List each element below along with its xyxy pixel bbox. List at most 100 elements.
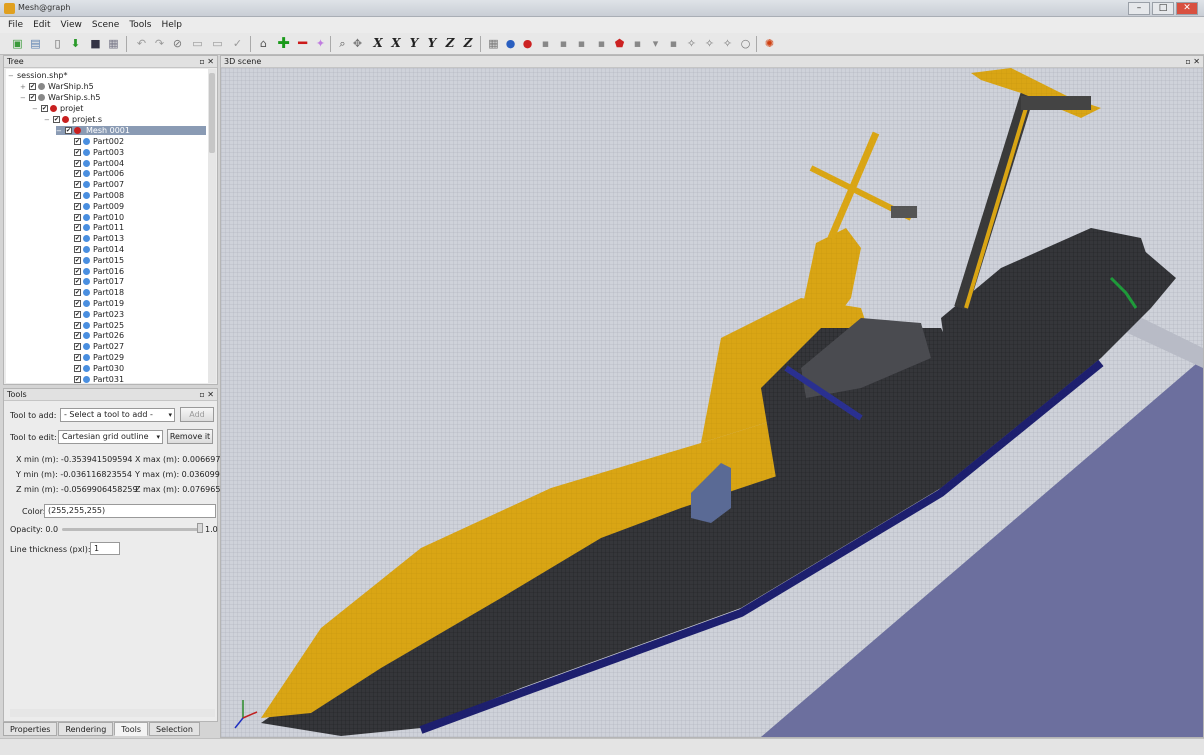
mesh2-icon[interactable]: ▪ [556, 36, 571, 51]
shield-icon[interactable]: ⬟ [612, 36, 627, 51]
new-window-icon[interactable]: ▤ [28, 36, 43, 51]
tree-node-mesh[interactable]: − ✔ Mesh 0001 [56, 126, 206, 135]
tree-node-part[interactable]: ✔ Part023 [74, 310, 124, 319]
tree-node-part[interactable]: ✔ Part019 [74, 299, 124, 308]
new-session-icon[interactable]: ▣ [10, 36, 25, 51]
visibility-checkbox[interactable]: ✔ [74, 148, 81, 156]
visibility-checkbox[interactable]: ✔ [74, 278, 81, 286]
view-minus-z-icon[interactable]: Z [460, 36, 476, 51]
panel-float-close-icon[interactable]: ▫ ✕ [199, 56, 214, 68]
panel-icon[interactable]: ▭ [210, 36, 225, 51]
grid-icon[interactable]: ▦ [486, 36, 501, 51]
tree-node-part[interactable]: ✔ Part006 [74, 169, 124, 178]
undo-icon[interactable]: ↶ [134, 36, 149, 51]
menu-edit[interactable]: Edit [33, 20, 50, 30]
check-icon[interactable]: ✓ [230, 36, 245, 51]
visibility-checkbox[interactable]: ✔ [74, 256, 81, 264]
zoom-icon[interactable]: ⌕ [335, 36, 350, 51]
color-icon[interactable]: ✦ [313, 36, 328, 51]
remove-icon[interactable]: ━ [295, 36, 310, 51]
sphere-icon[interactable]: ● [520, 36, 535, 51]
save-as-icon[interactable]: ▦ [106, 36, 121, 51]
save-icon[interactable]: ■ [88, 36, 103, 51]
visibility-checkbox[interactable]: ✔ [74, 224, 81, 232]
visibility-checkbox[interactable]: ✔ [74, 181, 81, 189]
tree-node-part[interactable]: ✔ Part009 [74, 202, 124, 211]
tree-node-part[interactable]: ✔ Part010 [74, 213, 124, 222]
tree-node-part[interactable]: ✔ Part017 [74, 277, 124, 286]
panel-float-close-icon[interactable]: ▫ ✕ [199, 389, 214, 401]
refresh-icon[interactable]: ✺ [762, 36, 777, 51]
close-button[interactable]: ✕ [1176, 2, 1198, 15]
view-y-icon[interactable]: Y [406, 36, 422, 51]
visibility-checkbox[interactable]: ✔ [74, 159, 81, 167]
tree-node-part[interactable]: ✔ Part008 [74, 191, 124, 200]
tree-node-part[interactable]: ✔ Part027 [74, 342, 124, 351]
color-field[interactable]: (255,255,255) [44, 504, 216, 518]
tree-node-part[interactable]: ✔ Part018 [74, 288, 124, 297]
tool-to-edit-select[interactable]: Cartesian grid outline ▾ [58, 430, 163, 444]
tree-node-part[interactable]: ✔ Part014 [74, 245, 124, 254]
view-minus-y-icon[interactable]: Y [424, 36, 440, 51]
tree-node-part[interactable]: ✔ Part015 [74, 256, 124, 265]
visibility-checkbox[interactable]: ✔ [74, 235, 81, 243]
frame-icon[interactable]: ▭ [190, 36, 205, 51]
select2-icon[interactable]: ✧ [702, 36, 717, 51]
visibility-checkbox[interactable]: ✔ [74, 138, 81, 145]
view-minus-x-icon[interactable]: X [388, 36, 404, 51]
visibility-checkbox[interactable]: ✔ [74, 213, 81, 221]
mesh7-icon[interactable]: ▪ [666, 36, 681, 51]
tab-selection[interactable]: Selection [149, 722, 200, 736]
select3-icon[interactable]: ✧ [720, 36, 735, 51]
view-x-icon[interactable]: X [370, 36, 386, 51]
redo-icon[interactable]: ↷ [152, 36, 167, 51]
tree-node-part[interactable]: ✔ Part030 [74, 364, 124, 373]
3d-viewport[interactable] [221, 68, 1203, 737]
visibility-checkbox[interactable]: ✔ [74, 170, 81, 178]
pan-icon[interactable]: ✥ [350, 36, 365, 51]
tree-node-part[interactable]: ✔ Part016 [74, 267, 124, 276]
visibility-checkbox[interactable]: ✔ [74, 354, 81, 361]
tree-node-file2[interactable]: − ✔ WarShip.s.h5 [20, 93, 100, 102]
tree-node-part[interactable]: ✔ Part003 [74, 148, 124, 157]
menu-help[interactable]: Help [161, 20, 182, 30]
visibility-checkbox[interactable]: ✔ [74, 310, 81, 318]
menu-file[interactable]: File [8, 20, 23, 30]
visibility-checkbox[interactable]: ✔ [74, 364, 81, 372]
mesh5-icon[interactable]: ▪ [630, 36, 645, 51]
tools-scrollbar[interactable] [10, 709, 215, 717]
tool-to-add-select[interactable]: - Select a tool to add - ▾ [60, 408, 175, 422]
tab-rendering[interactable]: Rendering [58, 722, 114, 736]
tree-node-projet[interactable]: − ✔ projet [32, 104, 83, 113]
visibility-checkbox[interactable]: ✔ [74, 332, 81, 340]
opacity-slider-handle[interactable] [197, 523, 203, 533]
tree-scrollbar[interactable] [208, 69, 216, 383]
tab-tools[interactable]: Tools [114, 722, 149, 736]
tree-node-file1[interactable]: + ✔ WarShip.h5 [20, 82, 94, 91]
mesh6-icon[interactable]: ▾ [648, 36, 663, 51]
visibility-checkbox[interactable]: ✔ [74, 202, 81, 210]
tree-node-part[interactable]: ✔ Part029 [74, 353, 124, 362]
view-z-icon[interactable]: Z [442, 36, 458, 51]
tree-node-projet-s[interactable]: − ✔ projet.s [44, 115, 102, 124]
tree-node-part[interactable]: ✔ Part007 [74, 180, 124, 189]
tree-node-part[interactable]: ✔ Part031 [74, 375, 124, 383]
visibility-checkbox[interactable]: ✔ [74, 321, 81, 329]
opacity-slider[interactable] [62, 528, 202, 531]
menu-view[interactable]: View [61, 20, 82, 30]
tree-node-part[interactable]: ✔ Part025 [74, 321, 124, 330]
circle-icon[interactable]: ○ [738, 36, 753, 51]
visibility-checkbox[interactable]: ✔ [74, 343, 81, 351]
add-icon[interactable]: ✚ [276, 36, 291, 51]
panel-float-close-icon[interactable]: ▫ ✕ [1185, 56, 1200, 68]
mesh-icon[interactable]: ▪ [538, 36, 553, 51]
tree-node-part[interactable]: ✔ Part004 [74, 159, 124, 168]
menu-tools[interactable]: Tools [129, 20, 151, 30]
tree-node-part[interactable]: ✔ Part011 [74, 223, 124, 232]
remove-tool-button[interactable]: Remove it [167, 429, 213, 444]
mesh4-icon[interactable]: ▪ [594, 36, 609, 51]
open-file-icon[interactable]: ▯ [50, 36, 65, 51]
tree-node-part[interactable]: ✔ Part002 [74, 137, 124, 146]
minimize-button[interactable]: – [1128, 2, 1150, 15]
tree-node-part[interactable]: ✔ Part026 [74, 331, 124, 340]
